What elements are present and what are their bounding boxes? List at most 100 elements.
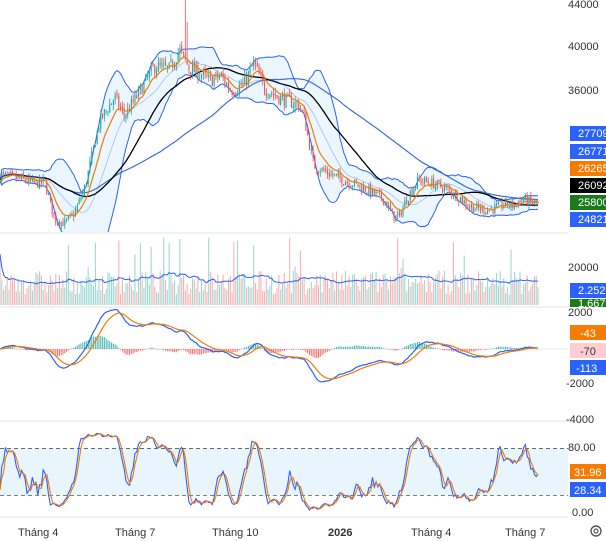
candle-body: [51, 199, 53, 214]
volume-bar: [301, 279, 303, 305]
volume-bar: [447, 284, 449, 305]
macd-histogram-bar: [307, 349, 309, 354]
candle-body: [202, 70, 204, 75]
volume-bar: [512, 280, 514, 305]
candle-body: [361, 186, 363, 192]
stoch-tick-0: 0.00: [572, 507, 593, 519]
volume-bar: [357, 286, 359, 305]
candle-body: [136, 95, 138, 98]
volume-bar: [490, 283, 492, 305]
chart-svg[interactable]: 44000 40000 36000 20000 2000 -2000 -4000…: [0, 0, 606, 541]
macd-histogram-bar: [406, 345, 408, 349]
volume-bar: [75, 294, 77, 305]
macd-histogram-bar: [100, 335, 102, 349]
macd-histogram-bar: [402, 348, 404, 349]
macd-histogram-bar: [80, 343, 82, 349]
stoch-tick-80: 80.00: [568, 442, 596, 454]
volume-bar: [64, 287, 66, 305]
volume-bar: [121, 279, 123, 305]
candle-body: [402, 206, 404, 216]
volume-bar: [226, 289, 228, 305]
candle-body: [496, 203, 498, 206]
candle-body: [80, 197, 82, 201]
candle-body: [165, 61, 167, 66]
macd-histogram-bar: [341, 346, 343, 349]
macd-histogram-bar: [120, 349, 122, 350]
volume-bar: [373, 279, 375, 305]
volume-bar: [452, 242, 454, 305]
volume-bar: [254, 283, 257, 305]
candle-body: [458, 201, 460, 203]
macd-histogram-bar: [287, 349, 289, 350]
chart-container[interactable]: 44000 40000 36000 20000 2000 -2000 -4000…: [0, 0, 606, 541]
macd-histogram-bar: [380, 347, 382, 349]
volume-bar: [485, 286, 487, 305]
candle-body: [364, 187, 366, 192]
candle-body: [416, 177, 418, 189]
macd-histogram-bar: [483, 349, 485, 350]
volume-bar: [514, 272, 516, 305]
time-label-thang4-2025: Tháng 4: [18, 527, 58, 539]
macd-histogram-bar: [62, 349, 64, 355]
macd-histogram-bar: [98, 336, 100, 349]
volume-bar: [15, 291, 17, 305]
macd-histogram-bar: [125, 349, 127, 355]
macd-histogram-bar: [94, 336, 96, 349]
macd-histogram-bar: [148, 348, 150, 349]
volume-bar: [307, 288, 309, 305]
macd-histogram-bar: [503, 347, 505, 349]
volume-bar: [139, 243, 141, 305]
volume-bar: [191, 278, 194, 305]
candle-body: [49, 194, 51, 200]
volume-bar: [193, 279, 195, 305]
volume-bar: [407, 278, 409, 305]
time-label-2026: 2026: [328, 527, 352, 539]
candle-body: [120, 106, 122, 108]
macd-histogram-bar: [127, 349, 129, 355]
candle-body: [438, 179, 440, 183]
macd-histogram-bar: [346, 346, 348, 349]
candle-body: [427, 181, 429, 184]
candle-body: [352, 185, 354, 187]
gear-icon[interactable]: [590, 525, 602, 537]
candle-body: [147, 76, 149, 77]
volume-bar: [413, 282, 415, 305]
candle-body: [269, 94, 271, 98]
volume-bar: [469, 292, 471, 305]
macd-histogram-bar: [310, 349, 312, 356]
macd-histogram-bar: [377, 346, 379, 349]
volume-bar: [58, 275, 60, 305]
volume-bar: [244, 274, 246, 305]
candle-body: [418, 178, 420, 180]
macd-histogram-bar: [66, 349, 68, 352]
candle-body: [411, 190, 413, 196]
price-badges: 27709 26771 26265 26092 25800 24821: [570, 126, 606, 227]
volume-bar: [233, 241, 235, 305]
candle-body: [452, 195, 454, 197]
volume-bar: [182, 275, 185, 305]
volume-bar: [497, 285, 499, 305]
badge-stoch-d: 28.34: [574, 485, 602, 497]
candle-body: [454, 191, 456, 198]
volume-bar: [465, 293, 467, 305]
candle-body: [235, 93, 237, 95]
macd-histogram-bar: [285, 349, 287, 351]
candle-body: [66, 218, 68, 220]
volume-bar: [375, 272, 377, 305]
candle-body: [445, 186, 447, 188]
volume-bar: [339, 288, 341, 305]
macd-histogram-bar: [200, 349, 203, 355]
candle-body: [166, 65, 168, 67]
volume-bar: [109, 273, 111, 305]
volume-bar: [310, 282, 312, 305]
macd-histogram-bar: [57, 349, 59, 357]
candle-body: [253, 60, 255, 67]
volume-bar: [355, 278, 357, 305]
volume-bar: [443, 270, 445, 305]
badge-volume: 1.667: [578, 298, 606, 310]
volume-bar: [253, 245, 255, 305]
macd-histogram-bar: [490, 348, 492, 350]
macd-histogram-bar: [226, 349, 228, 351]
macd-histogram-bar: [476, 349, 478, 351]
macd-histogram-bar: [154, 348, 156, 350]
